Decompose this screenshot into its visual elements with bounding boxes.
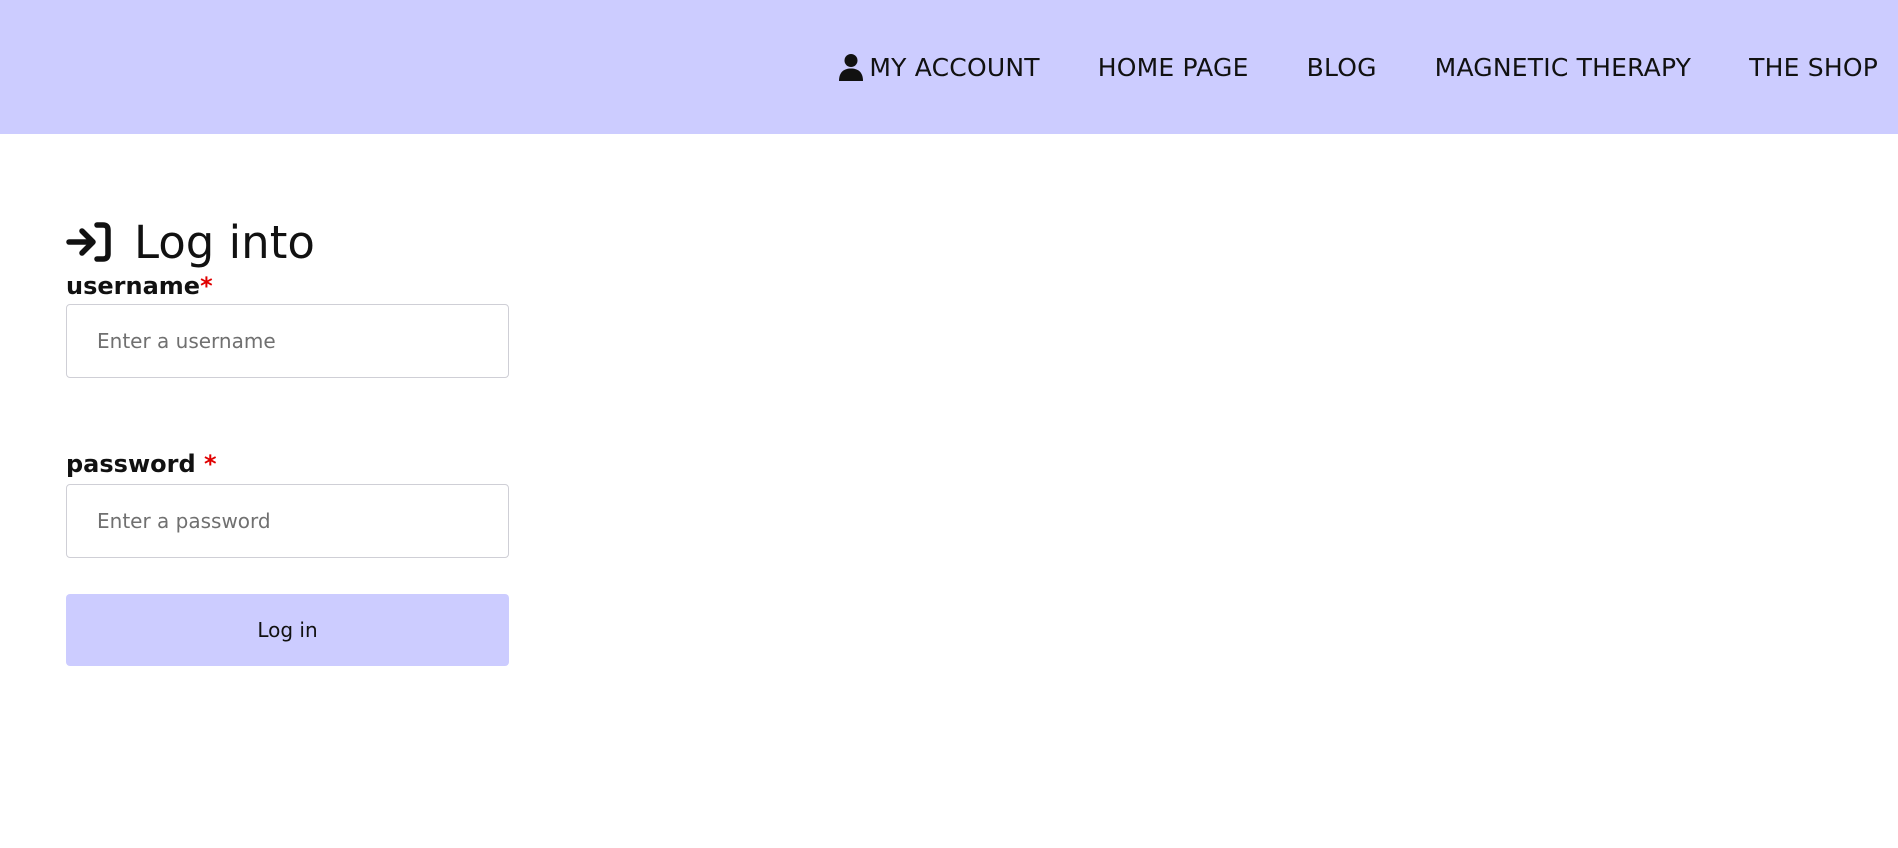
login-title-row: Log into [66,212,509,272]
password-required-marker: * [203,450,217,478]
main-nav: MY ACCOUNT HOME PAGE BLOG MAGNETIC THERA… [839,0,1878,134]
nav-the-shop[interactable]: THE SHOP [1749,53,1878,82]
top-header: MY ACCOUNT HOME PAGE BLOG MAGNETIC THERA… [0,0,1898,134]
password-input[interactable] [66,484,509,558]
nav-magnetic-therapy[interactable]: MAGNETIC THERAPY [1435,53,1691,82]
login-form: Log into username* password * Log in [66,212,509,666]
username-input[interactable] [66,304,509,378]
login-button[interactable]: Log in [66,594,509,666]
nav-my-account-label: MY ACCOUNT [869,52,1040,82]
nav-blog[interactable]: BLOG [1307,53,1377,82]
password-label: password * [66,450,509,478]
user-icon [839,53,864,81]
page-title: Log into [134,215,315,269]
username-label: username* [66,272,509,300]
nav-home-page[interactable]: HOME PAGE [1098,53,1249,82]
password-label-text: password [66,450,196,478]
login-arrow-icon [66,221,112,263]
nav-my-account[interactable]: MY ACCOUNT [839,52,1040,82]
username-label-text: username [66,272,201,300]
username-required-marker: * [200,272,213,300]
